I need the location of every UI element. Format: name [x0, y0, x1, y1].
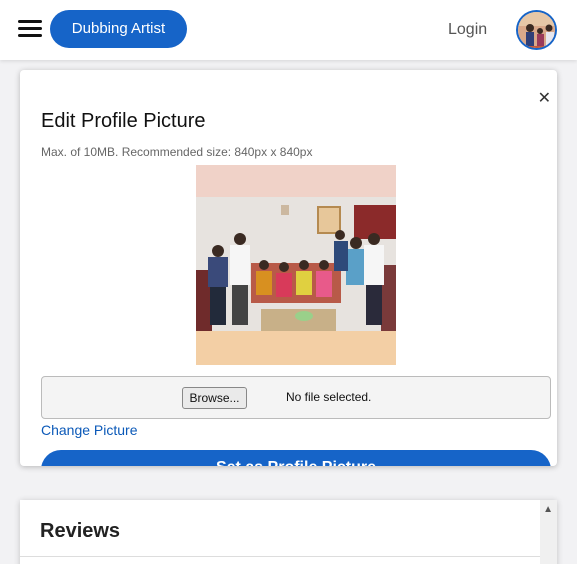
edit-profile-picture-modal: ✕ Edit Profile Picture Max. of 10MB. Rec…: [20, 70, 557, 466]
avatar[interactable]: [516, 10, 557, 50]
dubbing-artist-button[interactable]: Dubbing Artist: [50, 10, 187, 48]
scroll-up-icon[interactable]: ▲: [543, 504, 553, 515]
set-profile-picture-button[interactable]: Set as Profile Picture: [41, 450, 551, 466]
avatar-photo: [518, 12, 555, 48]
change-picture-link[interactable]: Change Picture: [41, 422, 138, 438]
modal-title: Edit Profile Picture: [41, 110, 206, 132]
top-header: Dubbing Artist Login: [0, 0, 577, 60]
divider: [20, 556, 540, 557]
browse-button[interactable]: Browse...: [182, 387, 247, 409]
upload-hint: Max. of 10MB. Recommended size: 840px x …: [41, 145, 313, 159]
profile-picture-preview: [196, 165, 396, 365]
reviews-heading: Reviews: [40, 520, 121, 542]
group-photo-image: [196, 165, 396, 365]
login-link[interactable]: Login: [448, 21, 487, 39]
file-input[interactable]: Browse... No file selected.: [41, 376, 551, 419]
reviews-section: Reviews ▲: [20, 500, 557, 564]
close-icon[interactable]: ✕: [538, 88, 551, 108]
scrollbar[interactable]: ▲: [540, 500, 557, 564]
file-status: No file selected.: [286, 390, 372, 404]
hamburger-menu-icon[interactable]: [18, 20, 42, 40]
